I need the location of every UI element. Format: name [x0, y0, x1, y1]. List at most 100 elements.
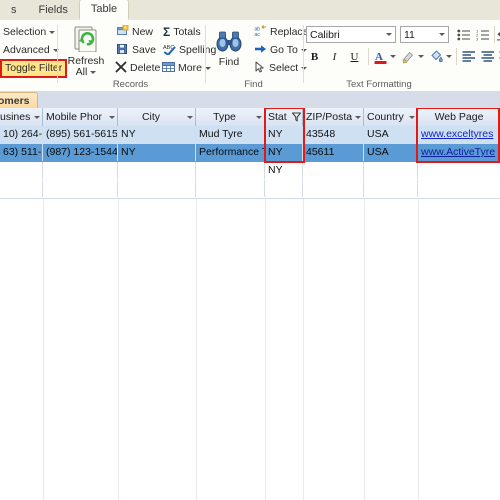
- delete-x-icon: [115, 61, 127, 76]
- sigma-icon: Σ: [163, 25, 171, 39]
- cell-business-phone[interactable]: [0, 162, 43, 179]
- cell-city[interactable]: [118, 180, 196, 197]
- totals-button[interactable]: Σ Totals: [161, 24, 204, 40]
- cell-web-page[interactable]: www.ActiveTyre: [418, 144, 500, 161]
- save-record-button[interactable]: Save: [115, 42, 159, 58]
- cell-business-phone[interactable]: [0, 180, 43, 197]
- text-highlight-button[interactable]: [400, 48, 416, 65]
- cell-business-phone[interactable]: 63) 511-5: [0, 144, 43, 161]
- chevron-down-icon[interactable]: [352, 115, 363, 119]
- document-tab-customers[interactable]: omers: [0, 92, 38, 109]
- underline-button[interactable]: U: [346, 48, 363, 65]
- cell-type[interactable]: [196, 180, 265, 197]
- chevron-down-icon[interactable]: [106, 115, 117, 119]
- chevron-down-icon[interactable]: [406, 115, 417, 119]
- cell-mobile-phone[interactable]: (987) 123-1544: [43, 144, 118, 161]
- font-color-dropdown[interactable]: [389, 52, 397, 61]
- cell-zip-postal[interactable]: [303, 180, 364, 197]
- align-left-button[interactable]: [460, 48, 477, 65]
- font-size-combo[interactable]: 11: [400, 26, 449, 43]
- decrease-indent-button[interactable]: [496, 27, 500, 42]
- chevron-down-icon: [390, 55, 396, 58]
- filter-funnel-icon[interactable]: [291, 112, 302, 122]
- bulleted-list-button[interactable]: [456, 27, 472, 42]
- cell-type[interactable]: Mud Tyre: [196, 126, 265, 143]
- find-button[interactable]: Find: [210, 29, 248, 68]
- column-header-label: City: [141, 111, 161, 123]
- cell-country[interactable]: [364, 180, 418, 197]
- text-highlight-dropdown[interactable]: [417, 52, 425, 61]
- chevron-down-icon[interactable]: [435, 27, 448, 42]
- cell-web-page[interactable]: [418, 162, 500, 179]
- cell-state[interactable]: [265, 180, 303, 197]
- column-header-label: ZIP/Postal: [306, 111, 352, 123]
- chevron-down-icon: [90, 71, 97, 74]
- ribbon-tab-fields[interactable]: Fields: [28, 1, 79, 20]
- font-color-button[interactable]: A: [373, 48, 388, 65]
- datasheet-grid[interactable]: usines: Mobile Phor City Type Stat ZIP/P…: [0, 108, 500, 500]
- column-header-label: Country: [367, 111, 404, 123]
- cell-state[interactable]: NY: [265, 162, 303, 179]
- column-header-type[interactable]: Type: [196, 108, 265, 126]
- more-button[interactable]: More: [160, 60, 211, 76]
- ribbon-group-text-formatting: Calibri 11 1 2 3 B I U A Text Formatting: [304, 20, 500, 91]
- cell-state[interactable]: NY: [265, 144, 303, 161]
- select-button[interactable]: Select: [252, 60, 308, 76]
- column-header-business-phone[interactable]: usines:: [0, 108, 43, 126]
- cell-zip-postal[interactable]: 43548: [303, 126, 364, 143]
- replace-icon: ab ac: [254, 24, 267, 40]
- ribbon-tab-table[interactable]: Table: [78, 0, 130, 20]
- arrow-right-icon: [254, 43, 267, 58]
- new-record-button[interactable]: New: [115, 24, 156, 40]
- cell-web-page[interactable]: www.exceltyres: [418, 126, 500, 143]
- cell-country[interactable]: [364, 162, 418, 179]
- cell-mobile-phone[interactable]: [43, 162, 118, 179]
- cell-type[interactable]: [196, 162, 265, 179]
- table-row[interactable]: NY: [0, 162, 500, 181]
- cell-type[interactable]: Performance T: [196, 144, 265, 161]
- column-header-state[interactable]: Stat: [265, 108, 303, 126]
- chevron-down-icon[interactable]: [31, 115, 42, 119]
- cell-city[interactable]: NY: [118, 144, 196, 161]
- cell-mobile-phone[interactable]: (895) 561-5615: [43, 126, 118, 143]
- background-color-button[interactable]: [428, 48, 444, 65]
- ribbon-tab-tools[interactable]: s: [0, 1, 28, 20]
- align-center-button[interactable]: [479, 48, 496, 65]
- cell-city[interactable]: [118, 162, 196, 179]
- table-row[interactable]: 63) 511-5 (987) 123-1544 NY Performance …: [0, 144, 500, 163]
- refresh-all-button[interactable]: Refresh All: [62, 26, 110, 78]
- chevron-down-icon: [446, 55, 452, 58]
- cell-mobile-phone[interactable]: [43, 180, 118, 197]
- font-size-value: 11: [404, 28, 415, 41]
- column-header-city[interactable]: City: [118, 108, 196, 126]
- column-header-zip-postal[interactable]: ZIP/Postal: [303, 108, 364, 126]
- align-center-icon: [481, 50, 494, 62]
- new-record-label: New: [132, 26, 154, 38]
- cell-state[interactable]: NY: [265, 126, 303, 143]
- numbered-list-button[interactable]: 1 2 3: [475, 27, 491, 42]
- column-header-country[interactable]: Country: [364, 108, 418, 126]
- cell-zip-postal[interactable]: 45611: [303, 144, 364, 161]
- cell-business-phone[interactable]: 10) 264-9: [0, 126, 43, 143]
- bold-button[interactable]: B: [306, 48, 323, 65]
- font-family-combo[interactable]: Calibri: [306, 26, 396, 43]
- cell-country[interactable]: USA: [364, 126, 418, 143]
- chevron-down-icon[interactable]: [382, 27, 395, 42]
- table-row[interactable]: 10) 264-9 (895) 561-5615 NY Mud Tyre NY …: [0, 126, 500, 145]
- cell-city[interactable]: NY: [118, 126, 196, 143]
- italic-button[interactable]: I: [326, 48, 343, 65]
- advanced-button[interactable]: Advanced: [1, 42, 59, 58]
- cell-zip-postal[interactable]: [303, 162, 364, 179]
- table-row[interactable]: [0, 180, 500, 199]
- go-to-button[interactable]: Go To: [252, 42, 307, 58]
- background-color-dropdown[interactable]: [445, 52, 453, 61]
- cell-country[interactable]: USA: [364, 144, 418, 161]
- svg-text:3: 3: [476, 36, 479, 40]
- column-header-mobile-phone[interactable]: Mobile Phor: [43, 108, 118, 126]
- column-header-web-page[interactable]: Web Page: [418, 108, 500, 126]
- records-group-label: Records: [112, 79, 149, 90]
- cell-web-page[interactable]: [418, 180, 500, 197]
- chevron-down-icon[interactable]: [184, 115, 195, 119]
- chevron-down-icon[interactable]: [253, 115, 264, 119]
- selection-button[interactable]: Selection: [1, 24, 56, 40]
